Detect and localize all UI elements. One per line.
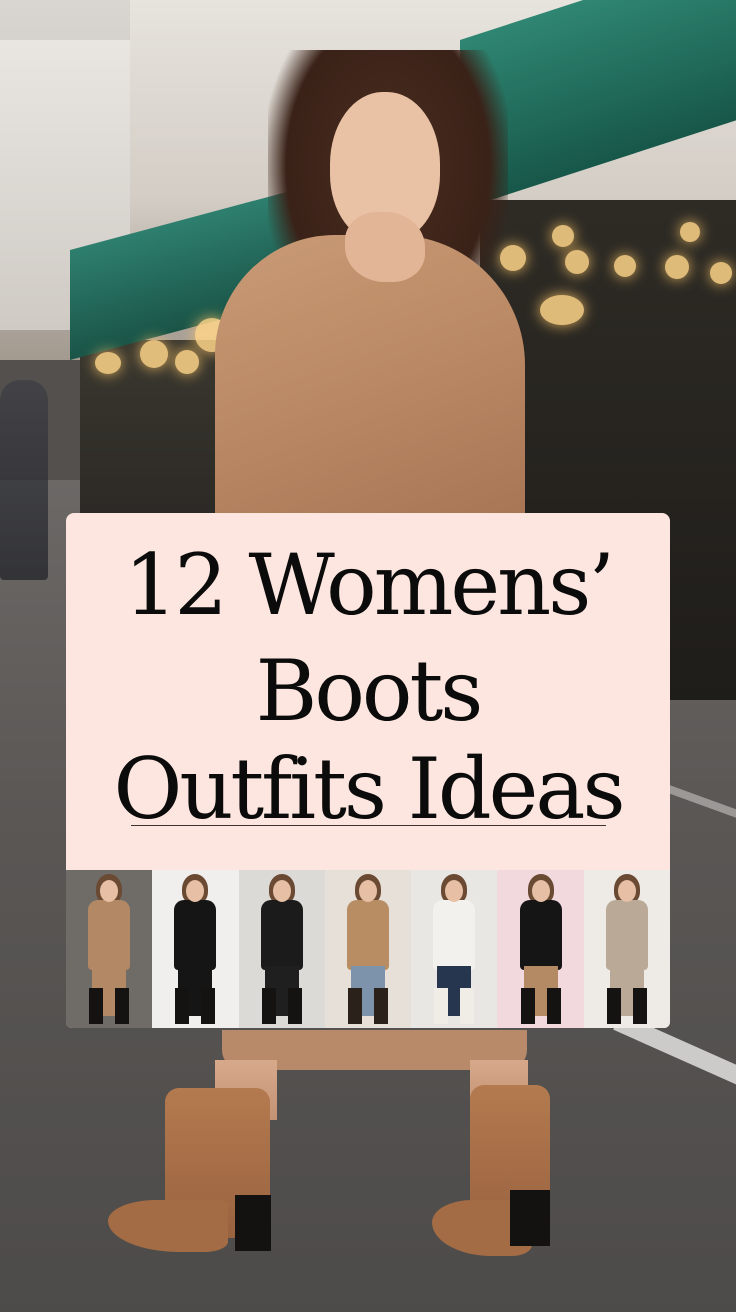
outfit-thumbnail-black-dress-outfit: [152, 870, 239, 1028]
bokeh-light: [175, 350, 199, 374]
thumbnail-boots: [89, 988, 130, 1024]
outfit-thumbnail-beige-suit-outfit: [583, 870, 670, 1028]
thumbnail-model-face: [359, 880, 378, 902]
thumbnail-model-face: [617, 880, 636, 902]
thumbnail-top: [174, 900, 217, 970]
thumbnail-boots: [434, 988, 475, 1024]
thumbnail-boots: [261, 988, 302, 1024]
bokeh-light: [680, 222, 700, 242]
outfit-thumbnail-white-blouse-jeans-outfit: [411, 870, 498, 1028]
outfit-thumbnail-strip: [66, 870, 670, 1028]
thumbnail-top: [519, 900, 562, 970]
left-boot-heel: [235, 1195, 271, 1251]
outfit-thumbnail-leather-jacket-dress-outfit: [238, 870, 325, 1028]
divider: [131, 825, 606, 826]
bokeh-light: [565, 250, 589, 274]
thumbnail-boots: [175, 988, 216, 1024]
title-line-3: Outfits Ideas: [113, 740, 625, 838]
title-line-1: 12 Womens’: [123, 536, 615, 634]
thumbnail-top: [88, 900, 131, 970]
woman-hand: [345, 212, 425, 282]
thumbnail-top: [347, 900, 390, 970]
title-card: 12 Womens’ Boots Outfits Ideas: [66, 513, 670, 870]
thumbnail-model-face: [531, 880, 550, 902]
bokeh-light: [665, 255, 689, 279]
pedestrian: [0, 380, 48, 580]
outfit-thumbnail-black-top-midi-skirt-outfit: [497, 870, 584, 1028]
thumbnail-top: [605, 900, 648, 970]
thumbnail-top: [260, 900, 303, 970]
bokeh-light: [140, 340, 168, 368]
outfit-thumbnail-street-camel-coat-outfit: [66, 870, 153, 1028]
bokeh-light: [710, 262, 732, 284]
thumbnail-boots: [606, 988, 647, 1024]
thumbnail-boots: [520, 988, 561, 1024]
outfit-thumbnail-camel-coat-ripped-jeans-outfit: [324, 870, 412, 1028]
thumbnail-boots: [348, 988, 389, 1024]
title-line-2: Boots: [255, 642, 484, 740]
woman-camel-coat: [215, 235, 525, 535]
bokeh-light: [614, 255, 636, 277]
bokeh-light: [95, 352, 121, 374]
thumbnail-top: [433, 900, 476, 970]
bokeh-light: [552, 225, 574, 247]
thumbnail-model-face: [272, 880, 291, 902]
right-boot-heel: [510, 1190, 550, 1246]
bokeh-light: [540, 295, 584, 325]
